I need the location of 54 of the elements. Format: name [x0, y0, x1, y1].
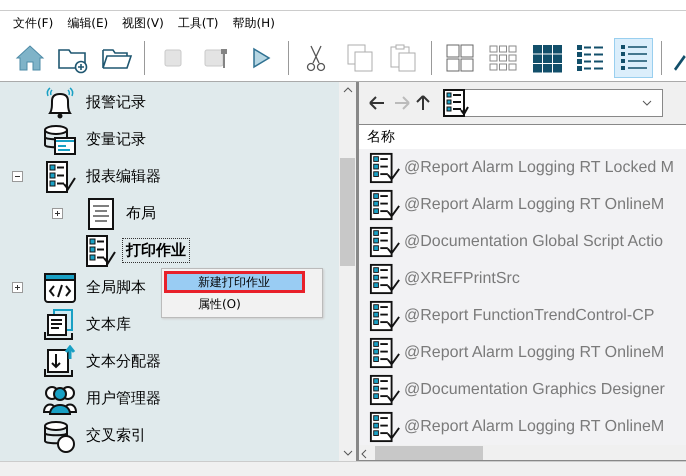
list-item[interactable]: @Documentation Graphics Designer	[404, 380, 665, 398]
context-menu-item[interactable]: 属性(O)	[164, 293, 320, 315]
details-view-icon	[577, 45, 604, 71]
list-item[interactable]: @XREFPrintSrc	[404, 270, 520, 288]
menu-item[interactable]: 文件(F)	[8, 12, 58, 34]
tree-item[interactable]: 报警记录	[82, 90, 150, 115]
database-icon	[42, 122, 78, 156]
menu-item[interactable]: 视图(V)	[117, 12, 169, 34]
square-icon	[164, 50, 182, 66]
menu-item[interactable]: 帮助(H)	[228, 12, 280, 34]
home-icon	[15, 45, 44, 70]
column-header[interactable]: 名称	[359, 125, 686, 149]
caret-icon[interactable]	[642, 100, 652, 106]
copy-icon	[347, 44, 372, 72]
list-item[interactable]: @Report Alarm Logging RT OnlineM	[404, 196, 664, 214]
list-item[interactable]: @Report Alarm Logging RT Locked M	[404, 158, 674, 176]
open-folder-icon	[102, 49, 132, 69]
small-icons-view-icon	[490, 46, 517, 70]
tree-item[interactable]: 用户管理器	[82, 386, 165, 411]
expand-toggle[interactable]	[12, 282, 23, 293]
xref-icon	[42, 418, 78, 452]
code-icon	[42, 270, 78, 304]
vertical-scrollbar[interactable]	[339, 82, 356, 461]
tree-item[interactable]: 文本分配器	[82, 349, 165, 374]
tree-item[interactable]: 全局脚本	[82, 275, 150, 300]
list-view-icon	[620, 45, 647, 70]
new-folder-icon	[58, 49, 88, 74]
list-item[interactable]: @Documentation Global Script Actio	[404, 232, 664, 250]
tiles-view-icon	[532, 45, 562, 72]
tree-item[interactable]: 报表编辑器	[82, 164, 165, 189]
menu-item[interactable]: 工具(T)	[172, 12, 224, 34]
context-menu-item[interactable]: 新建打印作业	[164, 271, 305, 293]
report-icon	[443, 89, 469, 117]
tree-item[interactable]: 交叉索引	[82, 423, 150, 448]
paste-icon	[390, 44, 416, 72]
wrench-icon	[204, 49, 227, 68]
menu-item[interactable]: 编辑(E)	[62, 12, 114, 34]
tree-item[interactable]: 布局	[122, 201, 160, 226]
navigation-arrows-icon[interactable]	[367, 93, 431, 113]
scissors-icon	[307, 45, 326, 72]
expand-toggle[interactable]	[52, 208, 63, 219]
list-item[interactable]: @Report FunctionTrendControl-CP	[404, 306, 654, 324]
tree-item[interactable]: 打印作业	[122, 238, 190, 263]
expand-toggle[interactable]	[12, 171, 23, 182]
toolbar-button[interactable]	[614, 38, 654, 78]
horizontal-scrollbar[interactable]	[359, 445, 686, 460]
play-icon	[253, 48, 270, 68]
address-dropdown[interactable]	[443, 89, 663, 117]
tree-item[interactable]: 变量记录	[82, 127, 150, 152]
tree-item[interactable]: 文本库	[82, 312, 135, 337]
list-item[interactable]: @Report Alarm Logging RT OnlineM	[404, 418, 664, 436]
import-icon	[42, 344, 78, 378]
large-icons-view-icon	[446, 44, 474, 72]
list-item[interactable]: @Report Alarm Logging RT OnlineM	[404, 344, 664, 362]
